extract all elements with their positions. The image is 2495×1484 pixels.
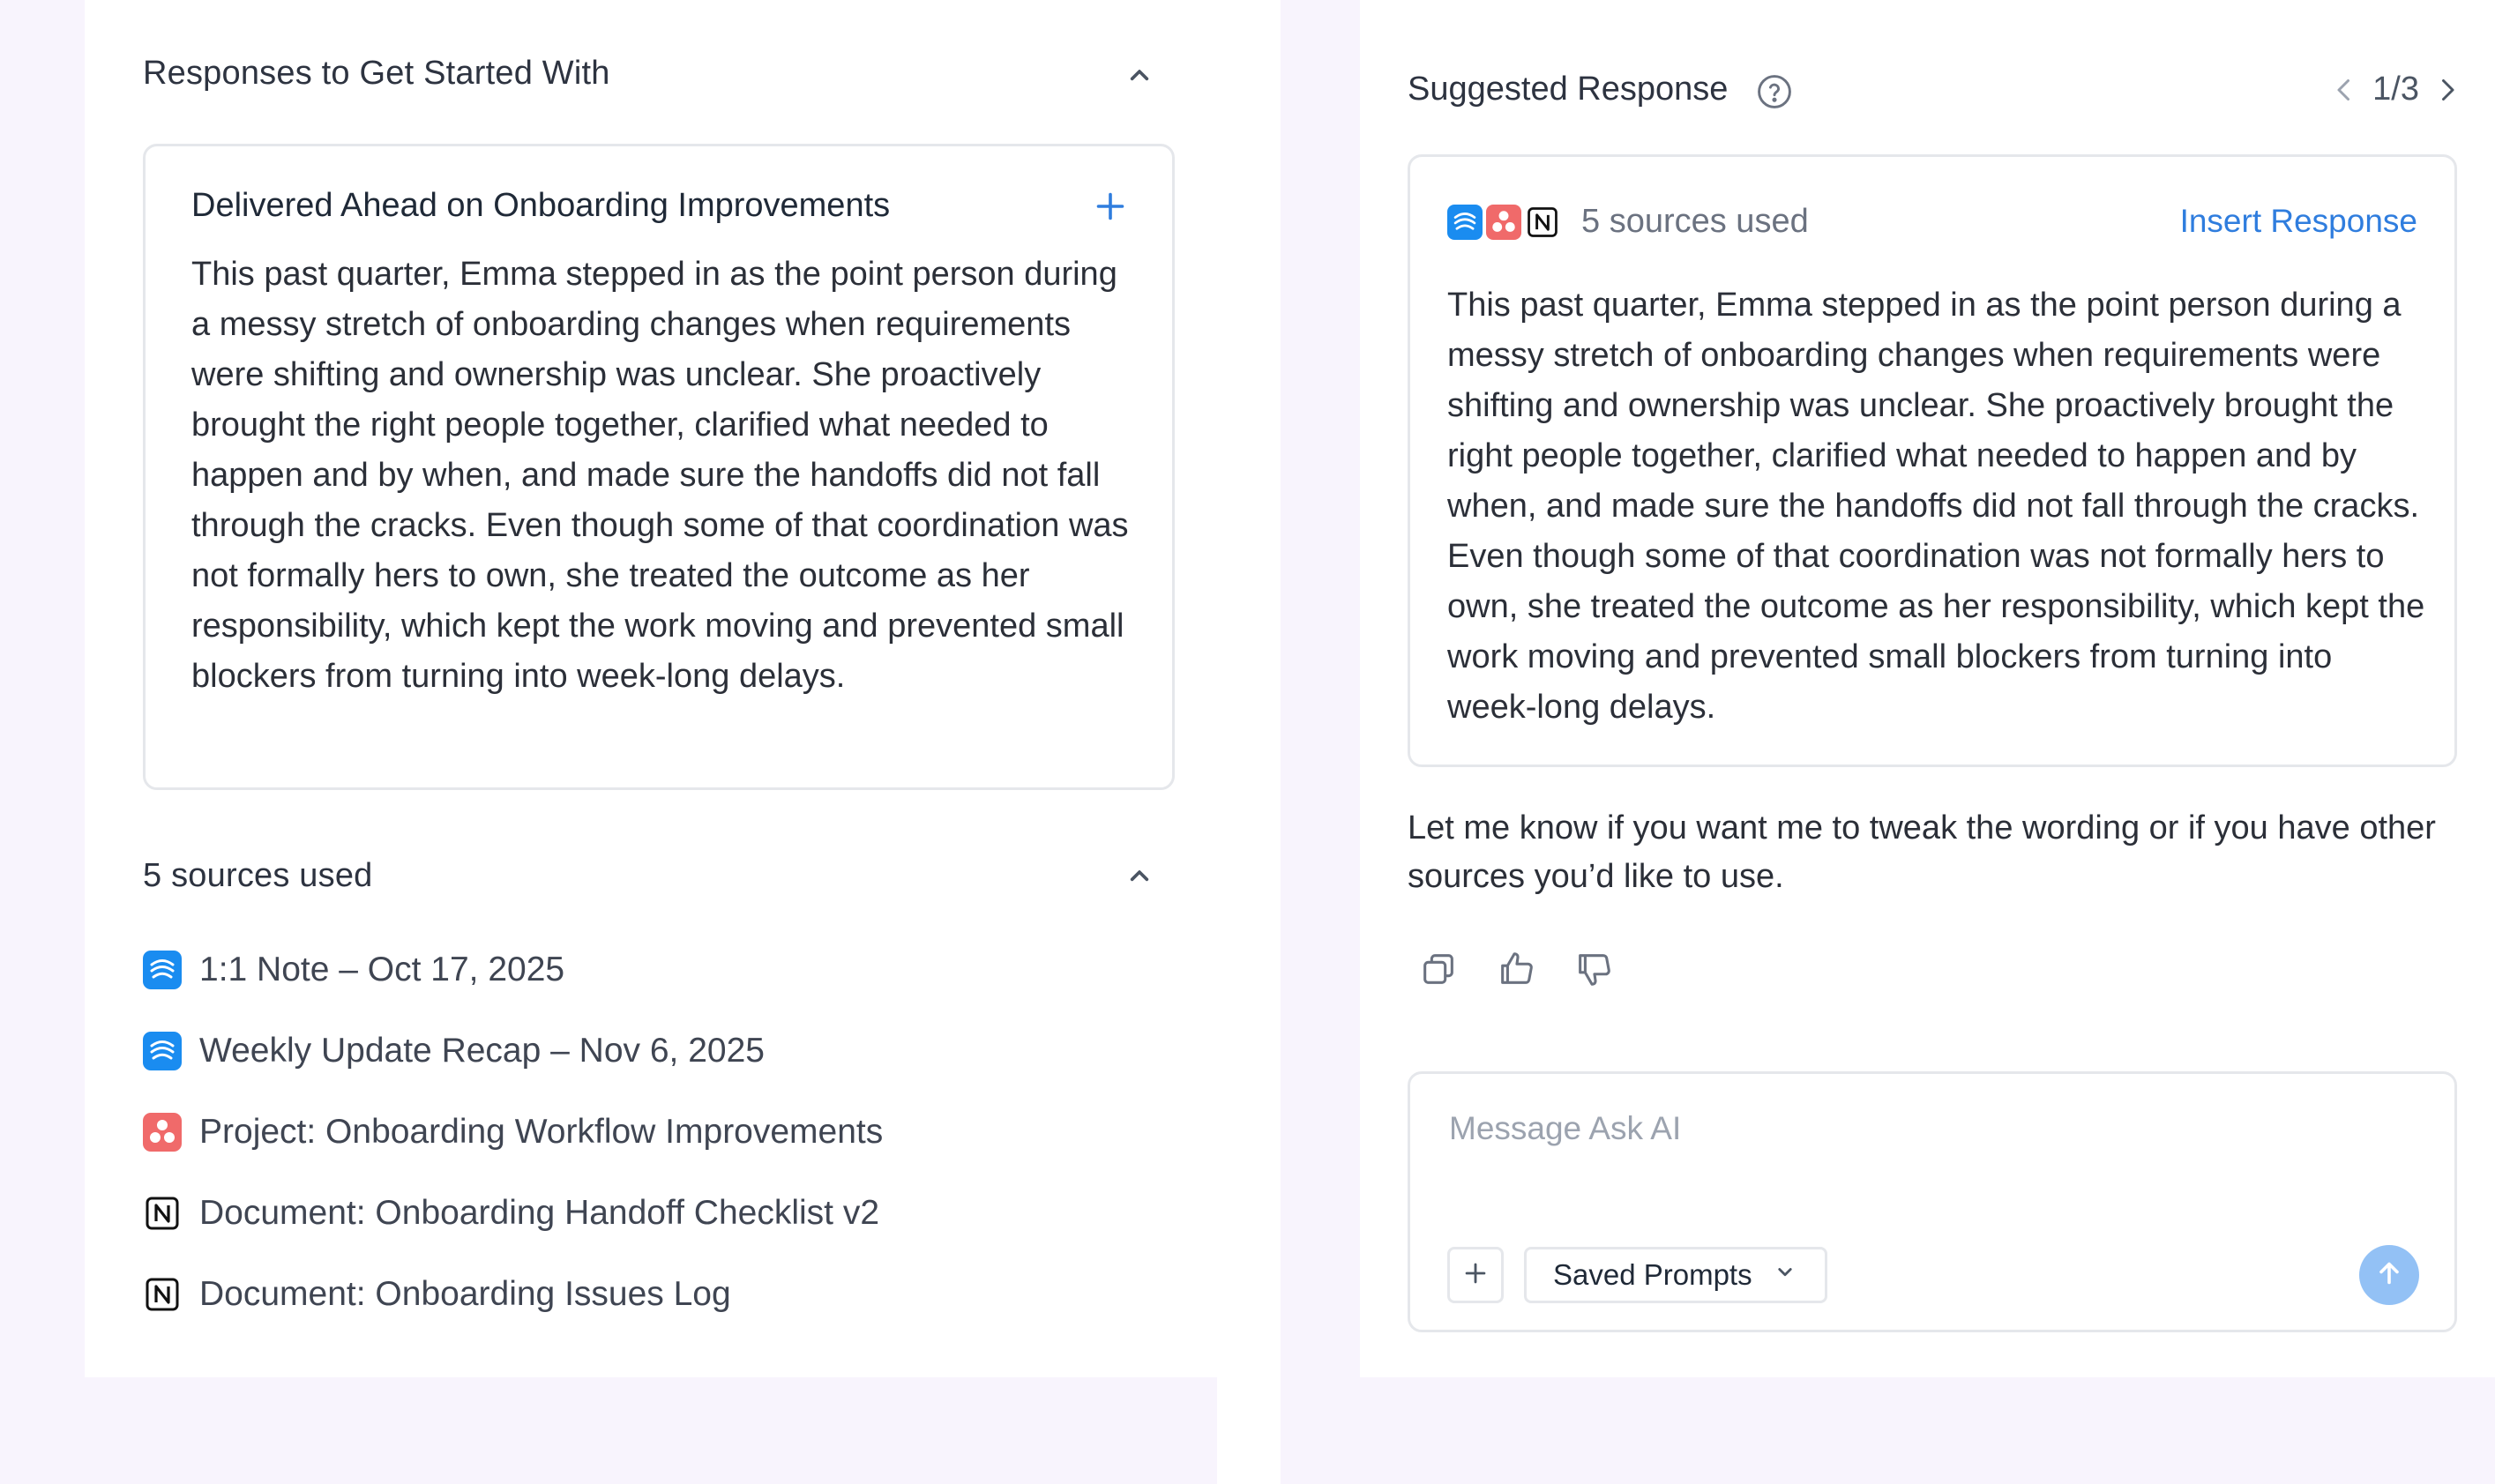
source-item[interactable]: 1:1 Note – Oct 17, 2025 bbox=[143, 949, 564, 991]
message-composer: Saved Prompts bbox=[1408, 1071, 2457, 1332]
suggested-response-panel: Suggested Response 1/3 5 sources used In… bbox=[1360, 0, 2495, 1377]
copy-icon[interactable] bbox=[1418, 949, 1459, 989]
notion-icon bbox=[143, 1194, 182, 1233]
source-label: Document: Onboarding Handoff Checklist v… bbox=[199, 1194, 880, 1232]
lattice-icon bbox=[143, 951, 182, 989]
chevron-left-icon[interactable] bbox=[2328, 74, 2360, 106]
source-label: Document: Onboarding Issues Log bbox=[199, 1275, 731, 1313]
thumbs-up-icon[interactable] bbox=[1496, 949, 1536, 989]
send-button[interactable] bbox=[2359, 1245, 2419, 1305]
response-pager: 1/3 bbox=[2328, 71, 2463, 108]
asana-icon bbox=[143, 1113, 182, 1152]
suggested-response-body: This past quarter, Emma stepped in as th… bbox=[1447, 287, 2425, 726]
saved-prompts-dropdown[interactable]: Saved Prompts bbox=[1524, 1247, 1827, 1303]
source-label: 1:1 Note – Oct 17, 2025 bbox=[199, 951, 565, 988]
plus-icon bbox=[1460, 1258, 1490, 1293]
insert-response-button[interactable]: Insert Response bbox=[2180, 203, 2417, 240]
starter-response-card[interactable]: Delivered Ahead on Onboarding Improvemen… bbox=[143, 144, 1175, 790]
plus-icon[interactable] bbox=[1094, 190, 1126, 222]
starter-card-title: Delivered Ahead on Onboarding Improvemen… bbox=[191, 187, 891, 224]
help-icon[interactable] bbox=[1755, 72, 1794, 111]
starter-card-body: This past quarter, Emma stepped in as th… bbox=[191, 256, 1129, 695]
lattice-icon bbox=[1447, 204, 1483, 240]
suggested-response-card: 5 sources used Insert Response This past… bbox=[1408, 154, 2457, 767]
message-input[interactable] bbox=[1447, 1109, 2333, 1148]
arrow-up-icon bbox=[2373, 1257, 2405, 1294]
chevron-down-icon bbox=[1772, 1258, 1798, 1292]
chevron-up-icon[interactable] bbox=[1122, 859, 1157, 894]
panel-title: Suggested Response bbox=[1408, 71, 1729, 108]
lattice-icon bbox=[143, 1032, 182, 1070]
add-attachment-button[interactable] bbox=[1447, 1247, 1504, 1303]
pager-count: 1/3 bbox=[2372, 71, 2419, 108]
asana-icon bbox=[1486, 204, 1521, 240]
sources-count: 5 sources used bbox=[1581, 203, 1809, 240]
notion-icon bbox=[1525, 205, 1560, 240]
starters-panel: Responses to Get Started With Delivered … bbox=[85, 0, 1217, 1377]
saved-prompts-label: Saved Prompts bbox=[1553, 1258, 1752, 1291]
source-item[interactable]: Weekly Update Recap – Nov 6, 2025 bbox=[143, 1030, 765, 1072]
message-actions bbox=[1418, 949, 1614, 989]
notion-icon bbox=[143, 1275, 182, 1314]
sources-heading: 5 sources used bbox=[143, 857, 373, 894]
chevron-up-icon[interactable] bbox=[1122, 58, 1157, 93]
source-item[interactable]: Document: Onboarding Handoff Checklist v… bbox=[143, 1192, 879, 1234]
source-label: Project: Onboarding Workflow Improvement… bbox=[199, 1113, 884, 1151]
source-item[interactable]: Document: Onboarding Issues Log bbox=[143, 1273, 731, 1316]
source-item[interactable]: Project: Onboarding Workflow Improvement… bbox=[143, 1111, 883, 1153]
chevron-right-icon[interactable] bbox=[2432, 74, 2463, 106]
source-label: Weekly Update Recap – Nov 6, 2025 bbox=[199, 1032, 765, 1070]
thumbs-down-icon[interactable] bbox=[1573, 949, 1614, 989]
source-icons: 5 sources used bbox=[1447, 203, 1809, 241]
followup-message: Let me know if you want me to tweak the … bbox=[1408, 809, 2436, 895]
starters-heading: Responses to Get Started With bbox=[143, 55, 610, 92]
